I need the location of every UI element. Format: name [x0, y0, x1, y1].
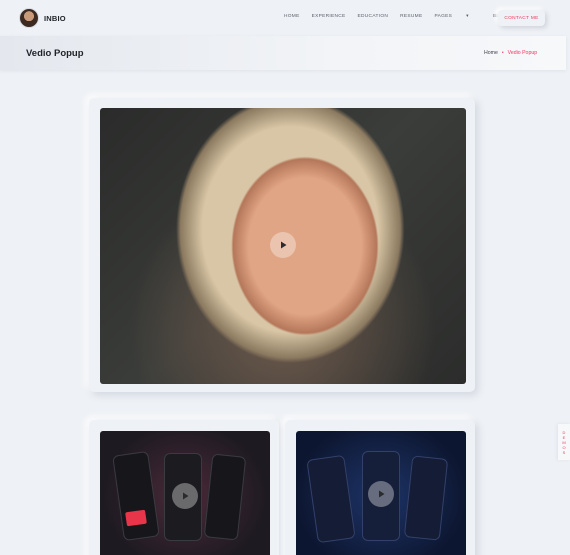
video-card-main: [89, 98, 475, 392]
play-icon: [379, 490, 385, 498]
nav-item-experience[interactable]: EXPERIENCE: [312, 14, 346, 19]
nav-item-education[interactable]: EDUCATION: [358, 14, 389, 19]
page-title: Vedio Popup: [26, 48, 84, 59]
nav-item-resume[interactable]: RESUME: [400, 14, 422, 19]
play-button[interactable]: [368, 481, 394, 507]
play-icon: [183, 492, 189, 500]
video-thumbnail-portrait[interactable]: [100, 108, 466, 384]
demos-side-tab[interactable]: D E M O S: [558, 424, 570, 460]
site-header: INBIO HOME EXPERIENCE EDUCATION RESUME P…: [0, 0, 570, 36]
chevron-down-icon: ▾: [466, 14, 469, 19]
breadcrumb-separator: •: [501, 50, 504, 56]
demos-letter: S: [562, 449, 566, 455]
logo[interactable]: INBIO: [19, 8, 66, 28]
phone-mockup: [306, 454, 356, 544]
nav-item-home[interactable]: HOME: [284, 14, 300, 19]
breadcrumb: Home • Vedio Popup: [484, 50, 537, 56]
breadcrumb-home[interactable]: Home: [484, 50, 498, 56]
video-card-food-app: [89, 420, 279, 555]
avatar: [19, 8, 39, 28]
play-button[interactable]: [172, 483, 198, 509]
video-thumbnail-food-app[interactable]: [100, 431, 270, 555]
video-card-travel-app: [285, 420, 475, 555]
play-icon: [281, 241, 287, 249]
play-button[interactable]: [270, 232, 296, 258]
phone-mockup: [125, 509, 147, 527]
breadcrumb-current: Vedio Popup: [507, 50, 538, 56]
phone-mockup: [112, 450, 160, 542]
phone-mockup: [203, 453, 247, 541]
nav-item-pages[interactable]: PAGES ▾: [434, 14, 480, 19]
video-thumbnail-travel-app[interactable]: [296, 431, 466, 555]
page-banner: Vedio Popup Home • Vedio Popup: [0, 36, 566, 70]
nav-item-pages-label: PAGES: [434, 14, 453, 19]
contact-me-button[interactable]: CONTACT ME: [498, 10, 545, 26]
brand-name: INBIO: [44, 13, 66, 23]
phone-mockup: [403, 455, 449, 541]
